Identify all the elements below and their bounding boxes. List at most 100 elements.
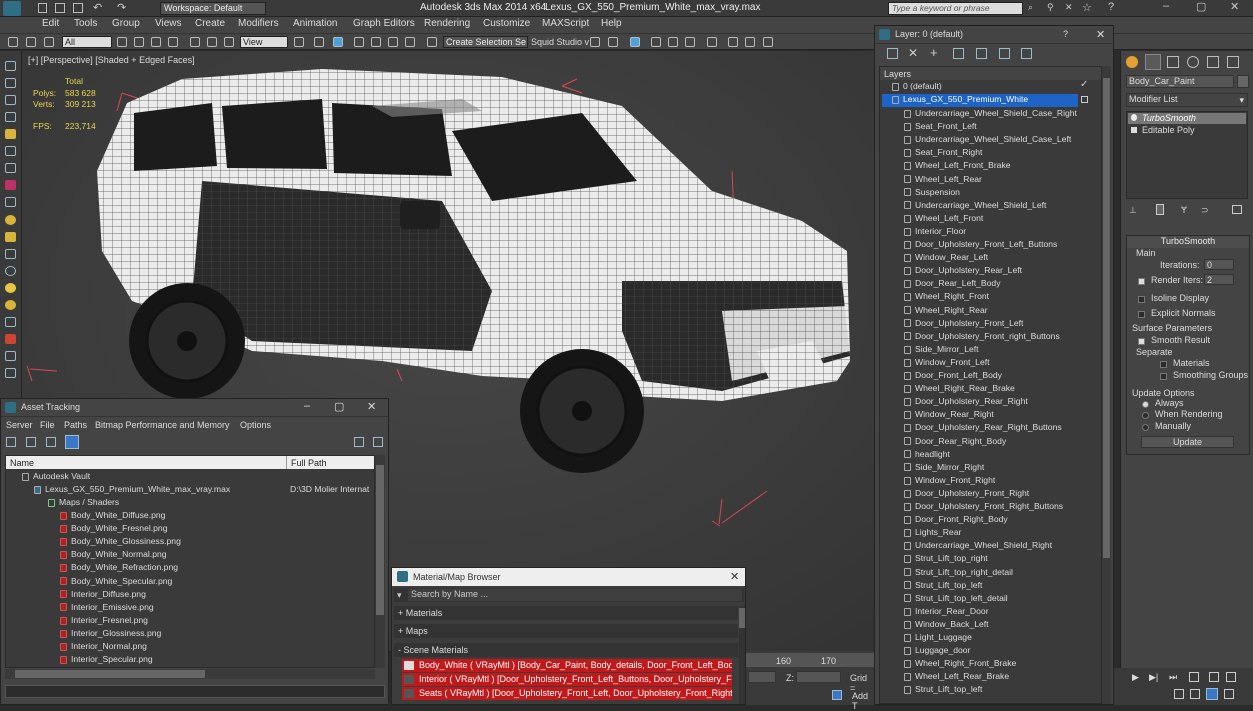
render-iters-spinner[interactable]: 2 [1204, 274, 1234, 285]
rotate-icon[interactable] [207, 37, 217, 47]
highlight-layer-icon[interactable] [976, 48, 987, 59]
layer-object-row[interactable]: Interior_Floor [904, 226, 966, 239]
go-end-icon[interactable]: ⏭ [1169, 672, 1177, 683]
save-file-icon[interactable] [73, 3, 83, 13]
tool-icon-4[interactable] [5, 112, 16, 122]
layer-object-row[interactable]: Door_Rear_Right_Body [904, 436, 1006, 449]
list-view-icon[interactable] [26, 437, 36, 447]
layer-manager-icon[interactable] [630, 37, 640, 47]
pin-stack-icon[interactable]: ⊥ [1129, 205, 1137, 216]
tree-view-icon[interactable] [46, 437, 56, 447]
spinner-snap-icon[interactable] [405, 37, 415, 47]
menu-maxscript[interactable]: MAXScript [542, 18, 589, 29]
layer-object-row[interactable]: Wheel_Left_Front [904, 213, 983, 226]
light-icon[interactable] [5, 283, 16, 293]
layer-object-row[interactable]: Luggage_door [904, 645, 970, 658]
layer-object-row[interactable]: Side_Mirror_Right [904, 462, 984, 475]
material-scrollbar[interactable] [739, 606, 745, 704]
asset-map-row[interactable]: Interior_Glossiness.png [60, 628, 161, 641]
app-logo-icon[interactable] [3, 1, 21, 16]
angle-snap-icon[interactable] [371, 37, 381, 47]
squid-studio-label[interactable]: Squid Studio v [531, 37, 589, 47]
pan-icon[interactable] [1174, 689, 1184, 699]
graphite-tools-icon[interactable] [651, 37, 661, 47]
select-in-layer-icon[interactable] [953, 48, 964, 59]
scene-material-interior[interactable]: Interior ( VRayMtl ) [Door_Upholstery_Fr… [402, 673, 732, 686]
asset-menu-paths[interactable]: Paths [64, 420, 87, 430]
layer-object-row[interactable]: Wheel_Right_Rear [904, 305, 988, 318]
maximize-viewport-icon[interactable] [1224, 689, 1234, 699]
asset-menu-options[interactable]: Options [240, 420, 271, 430]
maps-section[interactable]: + Maps [394, 624, 738, 638]
open-file-icon[interactable] [55, 3, 65, 13]
layer-object-row[interactable]: Door_Front_Right_Body [904, 514, 1008, 527]
binoculars-icon[interactable]: ⌕ [1028, 2, 1033, 13]
cone-icon[interactable] [5, 249, 16, 259]
layer-object-row[interactable]: Door_Upholstery_Rear_Right_Buttons [904, 422, 1062, 435]
asset-map-row[interactable]: Interior_Fresnel.png [60, 615, 148, 628]
selection-filter-dropdown[interactable]: All [62, 36, 112, 48]
search-input[interactable]: Type a keyword or phrase [888, 2, 1023, 15]
search-options-icon[interactable]: ▾ [397, 590, 402, 601]
asset-map-row[interactable]: Body_White_Glossiness.png [60, 536, 181, 549]
asset-map-row[interactable]: Body_White_Specular.png [60, 576, 172, 589]
layer-object-row[interactable]: Wheel_Left_Rear [904, 174, 982, 187]
render-iters-checkbox[interactable] [1138, 276, 1149, 286]
motion-tab-icon[interactable] [1187, 56, 1199, 68]
add-time-tag-label[interactable]: Add T [852, 691, 874, 711]
redo-icon[interactable]: ↷ [117, 1, 126, 14]
turbosmooth-rollout-header[interactable]: TurboSmooth [1127, 236, 1249, 248]
select-by-name-icon[interactable] [134, 37, 144, 47]
helper-icon[interactable] [5, 317, 16, 327]
object-color-swatch[interactable] [1237, 75, 1249, 88]
mirror-icon[interactable] [590, 37, 600, 47]
asset-map-row[interactable]: Interior_Diffuse.png [60, 589, 146, 602]
col-path-header[interactable]: Full Path [291, 458, 327, 468]
delete-layer-icon[interactable]: ✕ [908, 46, 918, 60]
when-rendering-radio[interactable] [1142, 410, 1153, 420]
asset-menu-file[interactable]: File [40, 420, 55, 430]
layer-object-row[interactable]: Seat_Front_Right [904, 147, 982, 160]
layer-object-row[interactable]: Wheel_Left_Front_Brake [904, 160, 1011, 173]
always-radio[interactable] [1142, 399, 1153, 409]
maps-group-row[interactable]: Maps / Shaders [48, 497, 119, 510]
layer-object-row[interactable]: Door_Upholstery_Rear_Right [904, 396, 1028, 409]
asset-help-icon[interactable] [354, 437, 364, 447]
bulb-icon[interactable] [1131, 114, 1137, 121]
coord-z-field[interactable] [796, 671, 841, 683]
rect-selection-icon[interactable] [151, 37, 161, 47]
isoline-checkbox[interactable] [1138, 294, 1149, 304]
asset-hscroll[interactable] [5, 669, 375, 679]
layer-object-row[interactable]: Door_Front_Left_Body [904, 370, 1002, 383]
col-name-header[interactable]: Name [10, 458, 34, 468]
layer-object-row[interactable]: Window_Front_Right [904, 475, 995, 488]
tool-icon-3[interactable] [5, 95, 16, 105]
tool-icon-2[interactable] [5, 78, 16, 88]
asset-map-row[interactable]: Interior_Specular.png [60, 654, 153, 667]
asset-settings-icon[interactable] [373, 437, 383, 447]
box-icon[interactable] [5, 232, 16, 242]
configure-sets-icon[interactable] [1232, 205, 1242, 214]
layer-object-row[interactable]: Window_Front_Left [904, 357, 990, 370]
asset-minimize-icon[interactable]: – [304, 400, 310, 412]
curve-editor-icon[interactable] [668, 37, 678, 47]
asset-hscroll-thumb[interactable] [15, 670, 205, 678]
layer-object-row[interactable]: Wheel_Right_Rear_Brake [904, 383, 1015, 396]
explicit-normals-checkbox[interactable] [1138, 309, 1149, 319]
teapot-icon[interactable] [5, 300, 16, 310]
layer-object-row[interactable]: Strut_Lift_top_left [904, 684, 982, 697]
layer-hide-toggle-icon[interactable] [1081, 96, 1088, 103]
workspace-dropdown[interactable]: Workspace: Default [160, 2, 266, 15]
orbit-icon[interactable] [1190, 689, 1200, 699]
update-button[interactable]: Update [1141, 436, 1234, 448]
menu-group[interactable]: Group [112, 18, 140, 29]
vault-row[interactable]: Autodesk Vault [22, 471, 90, 484]
material-scrollbar-thumb[interactable] [739, 608, 745, 628]
menu-rendering[interactable]: Rendering [424, 18, 470, 29]
named-selection-dropdown[interactable]: Create Selection Se [443, 36, 528, 48]
layer-help-icon[interactable]: ? [1063, 29, 1068, 39]
keyboard-shortcut-icon[interactable] [333, 37, 343, 47]
material-search-input[interactable]: Search by Name ... [408, 589, 742, 601]
material-editor-icon[interactable] [707, 37, 717, 47]
object-name-field[interactable]: Body_Car_Paint [1126, 75, 1234, 88]
